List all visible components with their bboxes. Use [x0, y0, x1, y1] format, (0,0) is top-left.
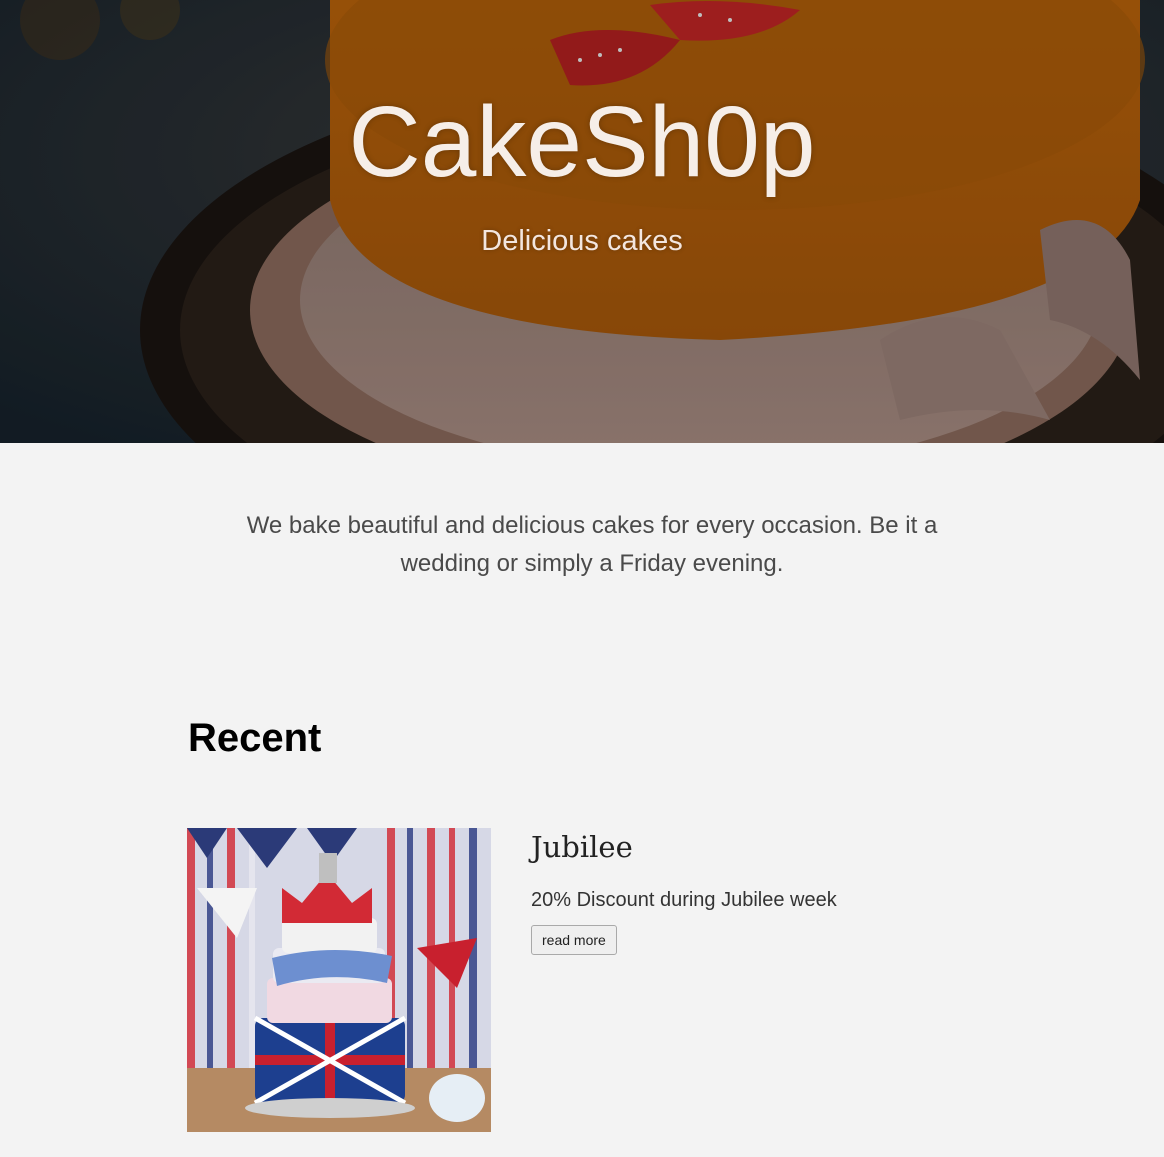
hero-cake-image: [0, 0, 1164, 443]
site-title: CakeSh0p: [348, 86, 816, 198]
jubilee-cake-photo-icon: [187, 828, 491, 1132]
jubilee-cake-image: [187, 828, 491, 1132]
recent-heading: Recent: [188, 716, 322, 760]
read-more-button[interactable]: read more: [531, 925, 617, 955]
post-description: 20% Discount during Jubilee week: [531, 889, 837, 911]
hero-banner: CakeSh0p Delicious cakes: [0, 0, 1164, 443]
recent-post: Jubilee 20% Discount during Jubilee week…: [187, 828, 967, 1132]
intro-text: We bake beautiful and delicious cakes fo…: [246, 512, 938, 577]
site-subtitle: Delicious cakes: [481, 225, 683, 257]
post-title[interactable]: Jubilee: [531, 828, 633, 866]
